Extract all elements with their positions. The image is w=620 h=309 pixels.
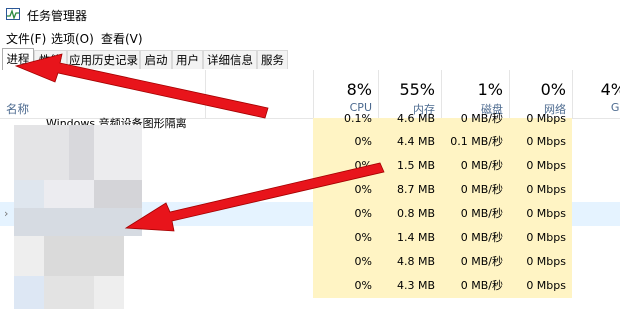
cpu-cell: 0%: [313, 178, 378, 202]
tab-startup[interactable]: 启动: [140, 50, 172, 69]
memory-usage-total: 55%: [399, 80, 435, 99]
memory-cell: 4.8 MB: [378, 250, 441, 274]
disk-cell: 0 MB/秒: [441, 178, 509, 202]
network-cell: 0 Mbps: [509, 113, 572, 130]
memory-cell: 1.5 MB: [378, 154, 441, 178]
network-cell: 0 Mbps: [509, 250, 572, 274]
network-cell: 0 Mbps: [509, 154, 572, 178]
menu-view[interactable]: 查看(V): [101, 30, 143, 47]
cpu-cell: 0%: [313, 226, 378, 250]
memory-cell: 4.4 MB: [378, 130, 441, 154]
task-manager-app-icon: [6, 8, 20, 20]
gpu-label: GP: [610, 101, 620, 114]
menu-file[interactable]: 文件(F): [6, 30, 46, 47]
tab-services[interactable]: 服务: [257, 50, 288, 69]
disk-cell: 0 MB/秒: [441, 154, 509, 178]
menu-options[interactable]: 选项(O): [51, 30, 94, 47]
cpu-cell: 0.1%: [313, 113, 378, 130]
disk-cell: 0 MB/秒: [441, 274, 509, 298]
column-gpu[interactable]: 4% GP: [572, 70, 620, 118]
memory-cell: 0.8 MB: [378, 202, 441, 226]
disk-cell: 0.1 MB/秒: [441, 130, 509, 154]
cpu-cell: 0%: [313, 250, 378, 274]
memory-cell: 4.3 MB: [378, 274, 441, 298]
disk-cell: 0 MB/秒: [441, 250, 509, 274]
tab-bar: 进程 性能 应用历史记录 启动 用户 详细信息 服务: [0, 48, 620, 71]
tab-processes[interactable]: 进程: [2, 48, 34, 71]
cpu-cell: 0%: [313, 274, 378, 298]
column-network[interactable]: 0% 网络: [509, 70, 572, 118]
tab-users[interactable]: 用户: [172, 50, 203, 69]
column-cpu[interactable]: 8% CPU: [313, 70, 378, 118]
title-bar: 任务管理器: [0, 0, 620, 28]
tab-performance[interactable]: 性能: [34, 50, 67, 69]
network-cell: 0 Mbps: [509, 202, 572, 226]
network-cell: 0 Mbps: [509, 274, 572, 298]
network-cell: 0 Mbps: [509, 226, 572, 250]
cpu-cell: 0%: [313, 202, 378, 226]
window-title: 任务管理器: [27, 9, 88, 23]
column-memory[interactable]: 55% 内存: [378, 70, 441, 118]
cpu-usage-total: 8%: [346, 80, 372, 99]
disk-usage-total: 1%: [477, 80, 503, 99]
memory-cell: 4.6 MB: [378, 113, 441, 130]
network-usage-total: 0%: [540, 80, 566, 99]
memory-cell: 8.7 MB: [378, 178, 441, 202]
network-cell: 0 Mbps: [509, 178, 572, 202]
column-name[interactable]: 名称: [6, 101, 29, 117]
memory-cell: 1.4 MB: [378, 226, 441, 250]
cpu-cell: 0%: [313, 130, 378, 154]
expand-chevron-icon[interactable]: ›: [4, 202, 8, 226]
menu-bar: 文件(F) 选项(O) 查看(V): [0, 28, 620, 48]
disk-cell: 0 MB/秒: [441, 202, 509, 226]
gpu-usage-total: 4%: [600, 80, 620, 99]
tab-details[interactable]: 详细信息: [203, 50, 257, 69]
column-disk[interactable]: 1% 磁盘: [441, 70, 509, 118]
column-divider[interactable]: [205, 70, 206, 118]
disk-cell: 0 MB/秒: [441, 226, 509, 250]
blurred-process-names: [14, 125, 142, 309]
tab-app-history[interactable]: 应用历史记录: [67, 50, 140, 69]
network-cell: 0 Mbps: [509, 130, 572, 154]
disk-cell: 0 MB/秒: [441, 113, 509, 130]
cpu-cell: 0%: [313, 154, 378, 178]
